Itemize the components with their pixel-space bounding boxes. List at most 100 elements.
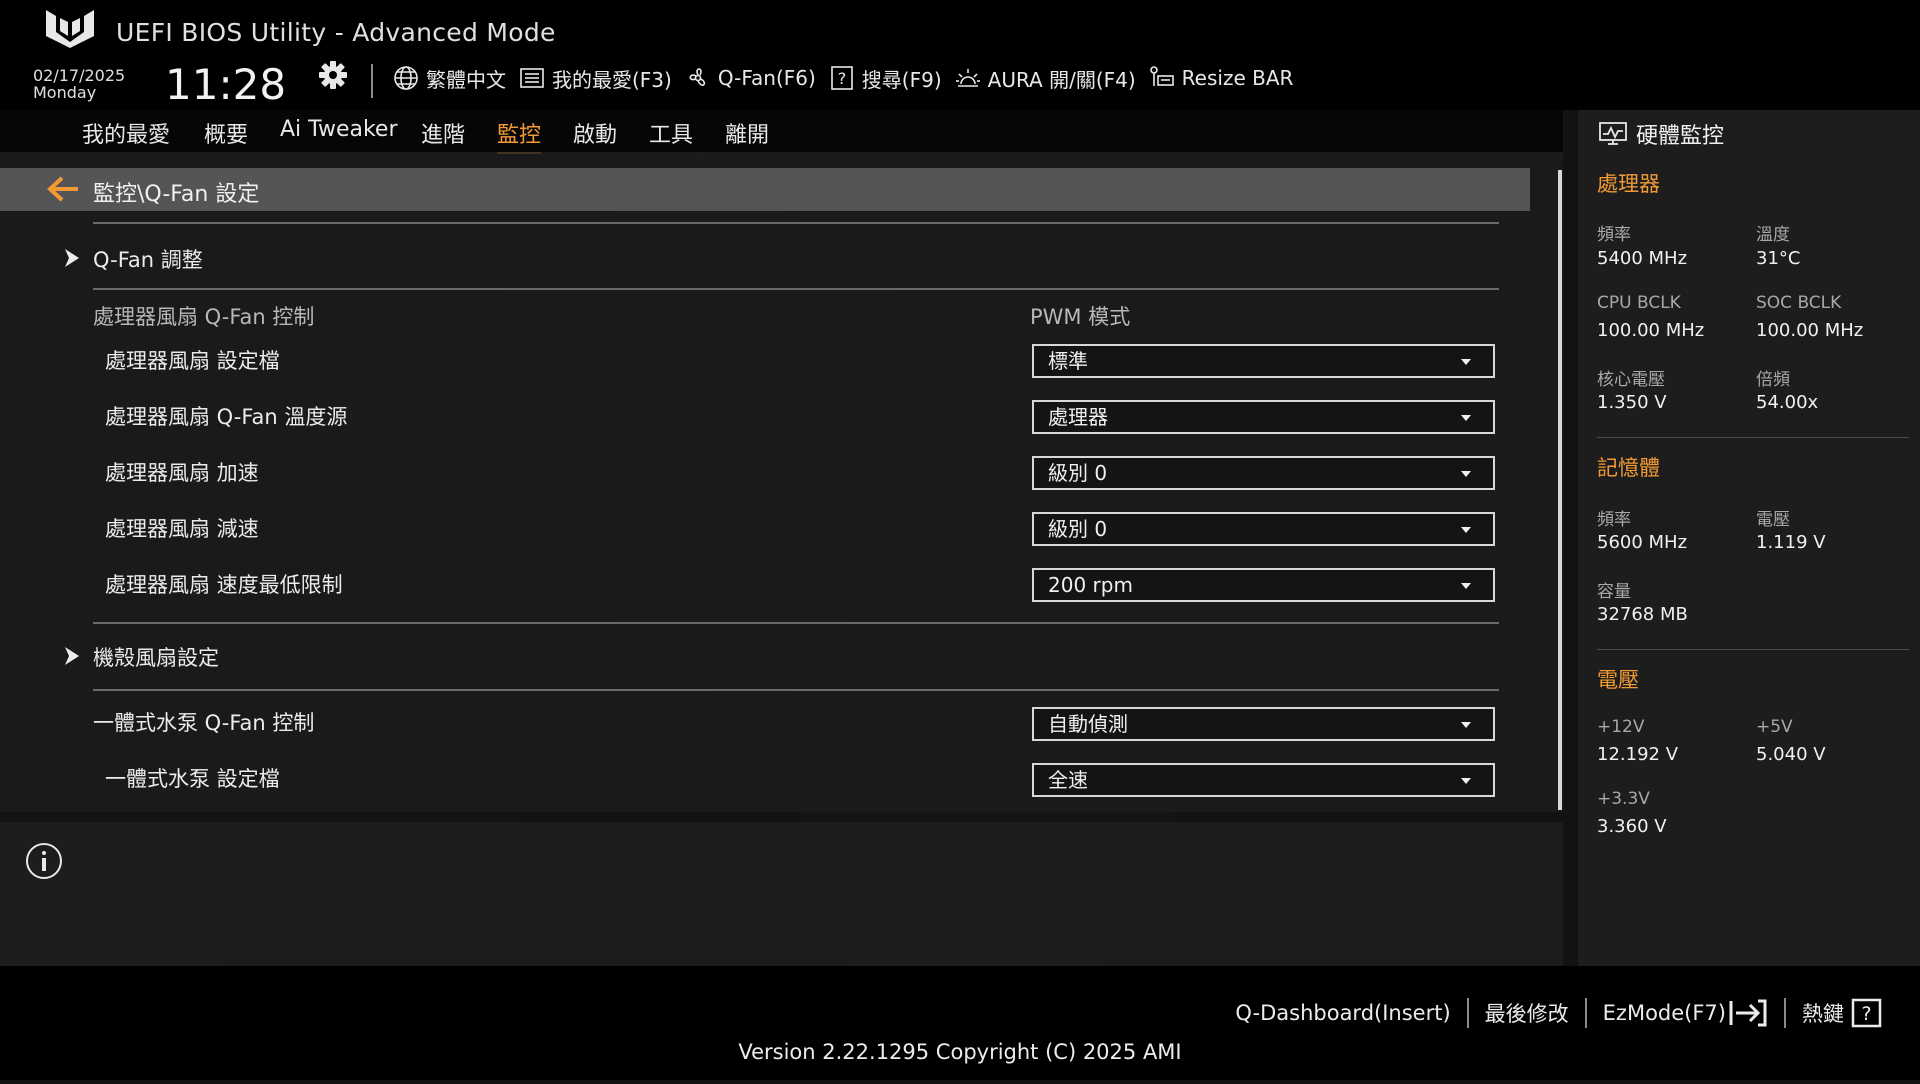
cpu-fan-control-label: 處理器風扇 Q-Fan 控制 (93, 305, 315, 329)
v12-label: +12V (1597, 717, 1645, 737)
divider (93, 288, 1499, 290)
favorites-label: 我的最愛(F3) (552, 67, 672, 92)
svg-text:?: ? (838, 69, 847, 88)
dropdown-caret-icon (1461, 527, 1471, 533)
monitor-title: 硬體監控 (1598, 118, 1724, 150)
toolbar: 繁體中文 我的最愛(F3) Q-Fan(F6) ? 搜尋(F9) AURA 開/… (392, 62, 1305, 94)
tab-boot[interactable]: 啟動 (573, 117, 617, 149)
ratio-label: 倍頻 (1756, 370, 1790, 390)
last-modified-button[interactable]: 最後修改 (1466, 998, 1585, 1028)
resize-bar-button[interactable]: Resize BAR (1148, 64, 1294, 92)
tab-tool[interactable]: 工具 (649, 117, 693, 149)
clock-display[interactable]: 11:28 (165, 60, 286, 109)
aio-pump-profile-value: 全速 (1048, 768, 1088, 792)
cpu-fan-speed-limit-label: 處理器風扇 速度最低限制 (105, 573, 343, 597)
footer-actions: Q-Dashboard(Insert) 最後修改 EzMode(F7) 熱鍵 ? (1219, 998, 1902, 1028)
cpu-freq-label: 頻率 (1597, 225, 1631, 245)
cpu-fan-speed-limit-select[interactable]: 200 rpm (1032, 568, 1495, 602)
divider (1597, 649, 1909, 650)
tab-favorites[interactable]: 我的最愛 (82, 117, 170, 149)
mem-volt-label: 電壓 (1756, 510, 1790, 530)
cpu-fan-step-down-select[interactable]: 級別 0 (1032, 512, 1495, 546)
cpu-fan-profile-select[interactable]: 標準 (1032, 344, 1495, 378)
favorites-button[interactable]: 我的最愛(F3) (518, 64, 672, 93)
dropdown-caret-icon (1461, 778, 1471, 784)
soc-bclk-value: 100.00 MHz (1756, 320, 1864, 341)
v5-value: 5.040 V (1756, 744, 1826, 765)
divider (1597, 437, 1909, 438)
exit-to-ezmode-icon (1729, 999, 1767, 1027)
resize-bar-icon (1149, 66, 1174, 86)
vcore-value: 1.350 V (1597, 392, 1667, 413)
qfan-button[interactable]: Q-Fan(F6) (684, 64, 816, 92)
hotkeys-button[interactable]: 熱鍵 ? (1784, 998, 1902, 1028)
cpu-fan-step-down-label: 處理器風扇 減速 (105, 517, 259, 541)
favorites-icon (520, 68, 544, 88)
qdashboard-button[interactable]: Q-Dashboard(Insert) (1219, 1001, 1466, 1025)
ezmode-button[interactable]: EzMode(F7) (1584, 998, 1784, 1028)
resize-bar-label: Resize BAR (1181, 66, 1294, 90)
tab-exit[interactable]: 離開 (725, 117, 769, 149)
cpu-section-title: 處理器 (1597, 172, 1660, 196)
hotkeys-label: 熱鍵 (1802, 1002, 1844, 1026)
last-modified-label: 最後修改 (1484, 1002, 1569, 1026)
aio-pump-control-value: 自動偵測 (1048, 712, 1128, 736)
gear-icon[interactable] (318, 60, 348, 90)
aio-pump-control-label: 一體式水泵 Q-Fan 控制 (93, 711, 315, 735)
qfan-tuning-label: Q-Fan 調整 (93, 248, 203, 272)
aura-button[interactable]: AURA 開/關(F4) (954, 64, 1136, 93)
aura-icon (955, 69, 980, 87)
divider (93, 222, 1499, 224)
language-label: 繁體中文 (426, 67, 506, 92)
monitor-title-text: 硬體監控 (1636, 124, 1725, 149)
aio-pump-profile-select[interactable]: 全速 (1032, 763, 1495, 797)
cpu-freq-value: 5400 MHz (1597, 248, 1688, 269)
help-icon: ? (1851, 998, 1882, 1028)
aio-pump-profile-label: 一體式水泵 設定檔 (105, 767, 280, 791)
dropdown-caret-icon (1461, 471, 1471, 477)
scrollbar[interactable] (1558, 170, 1562, 810)
tab-monitor[interactable]: 監控 (497, 117, 542, 154)
dropdown-caret-icon (1461, 583, 1471, 589)
voltage-section-title: 電壓 (1597, 668, 1639, 692)
info-icon (26, 843, 62, 879)
cpu-fan-step-up-value: 級別 0 (1048, 461, 1108, 485)
header-divider (371, 64, 373, 98)
tab-advanced[interactable]: 進階 (421, 117, 465, 149)
ratio-value: 54.00x (1756, 392, 1819, 413)
aura-label: AURA 開/關(F4) (987, 67, 1136, 92)
cpu-fan-control-value: PWM 模式 (1030, 305, 1131, 329)
v33-value: 3.360 V (1597, 816, 1667, 837)
tab-ai-tweaker[interactable]: Ai Tweaker (280, 117, 398, 142)
cpu-fan-temp-source-value: 處理器 (1048, 405, 1108, 429)
cpu-bclk-label: CPU BCLK (1597, 293, 1681, 313)
main-nav: 我的最愛 概要 Ai Tweaker 進階 監控 啟動 工具 離開 (0, 110, 1563, 154)
cpu-fan-profile-label: 處理器風扇 設定檔 (105, 349, 280, 373)
cpu-fan-temp-source-select[interactable]: 處理器 (1032, 400, 1495, 434)
expand-arrow-icon (65, 647, 79, 665)
tab-overview[interactable]: 概要 (204, 117, 248, 149)
language-button[interactable]: 繁體中文 (392, 64, 506, 93)
mem-volt-value: 1.119 V (1756, 532, 1826, 553)
hardware-monitor-panel: 硬體監控 處理器 頻率 溫度 5400 MHz 31°C CPU BCLK SO… (1578, 110, 1920, 966)
day-text: Monday (33, 83, 97, 102)
mem-capacity-label: 容量 (1597, 582, 1631, 602)
footer-bar: Q-Dashboard(Insert) 最後修改 EzMode(F7) 熱鍵 ? (0, 966, 1920, 1080)
divider (93, 689, 1499, 691)
aio-pump-control-select[interactable]: 自動偵測 (1032, 707, 1495, 741)
search-button[interactable]: ? 搜尋(F9) (828, 64, 942, 93)
tuf-logo-icon (46, 10, 94, 48)
dropdown-caret-icon (1461, 415, 1471, 421)
settings-panel: 監控\Q-Fan 設定 Q-Fan 調整 處理器風扇 Q-Fan 控制 PWM … (0, 152, 1563, 812)
cpu-fan-step-up-select[interactable]: 級別 0 (1032, 456, 1495, 490)
cpu-fan-step-up-label: 處理器風扇 加速 (105, 461, 259, 485)
divider (93, 622, 1499, 624)
memory-section-title: 記憶體 (1597, 456, 1660, 480)
cpu-fan-temp-source-label: 處理器風扇 Q-Fan 溫度源 (105, 405, 348, 429)
dropdown-caret-icon (1461, 722, 1471, 728)
v12-value: 12.192 V (1597, 744, 1679, 765)
chassis-fan-label: 機殼風扇設定 (93, 646, 219, 670)
v5-label: +5V (1756, 717, 1793, 737)
back-arrow-icon[interactable] (46, 175, 80, 203)
dropdown-caret-icon (1461, 359, 1471, 365)
